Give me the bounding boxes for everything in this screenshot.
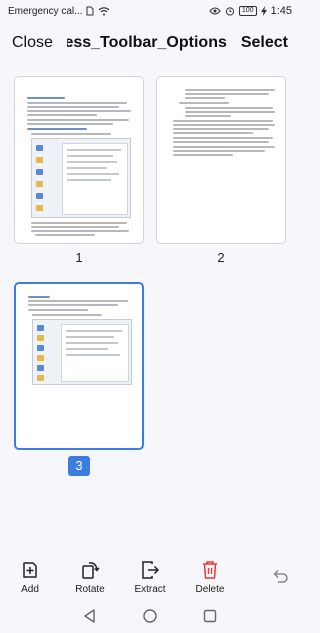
page-number: 1 [75,250,83,265]
add-button[interactable]: Add [0,560,60,595]
add-page-icon [20,560,40,580]
page-number-badge: 3 [68,456,90,476]
clock-text: 1:45 [270,5,292,17]
eye-comfort-icon [209,7,221,15]
charging-icon [260,6,267,16]
delete-button[interactable]: Delete [180,560,240,595]
status-bar: Emergency cal... 100 1:45 [0,0,300,22]
back-triangle-icon [84,609,95,623]
extract-icon [140,560,160,580]
rotate-icon [80,560,100,580]
select-button[interactable]: Select [241,34,288,52]
screenshot-figure [31,138,131,218]
page-number-selected: 3 [14,456,144,476]
page-thumbnail-3[interactable] [14,282,144,450]
delete-label: Delete [195,584,225,595]
page-item[interactable]: 3 [14,282,144,476]
trash-icon [200,560,220,580]
add-label: Add [21,584,39,595]
battery-icon: 100 [238,6,257,16]
battery-level: 100 [241,7,254,14]
extract-button[interactable]: Extract [120,560,180,595]
page-number: 2 [217,250,225,265]
sim-icon [86,6,94,16]
extract-label: Extract [134,584,166,595]
page-thumbnail-2[interactable] [156,76,286,244]
carrier-text: Emergency cal... [8,5,83,17]
rotate-button[interactable]: Rotate [60,560,120,595]
page-item[interactable]: 2 [156,76,286,265]
recents-nav-button[interactable] [202,608,218,629]
page-item[interactable]: 1 [14,76,144,265]
page-toolbar: Add Rotate Extract Delete [0,560,300,602]
home-circle-icon [143,609,157,623]
recents-square-icon [203,609,217,623]
back-nav-button[interactable] [82,608,98,629]
wifi-icon [98,6,110,16]
screenshot-figure [32,319,132,385]
rotate-label: Rotate [75,584,105,595]
alarm-icon [225,6,235,16]
page-thumbnail-1[interactable] [14,76,144,244]
undo-icon [270,569,290,590]
system-nav-bar [0,604,300,633]
document-title: Access_Toolbar_Options [66,34,227,51]
app-header: Close Access_Toolbar_Options Select [0,28,300,58]
close-button[interactable]: Close [12,34,53,52]
undo-button[interactable] [270,566,290,586]
home-nav-button[interactable] [142,608,158,629]
